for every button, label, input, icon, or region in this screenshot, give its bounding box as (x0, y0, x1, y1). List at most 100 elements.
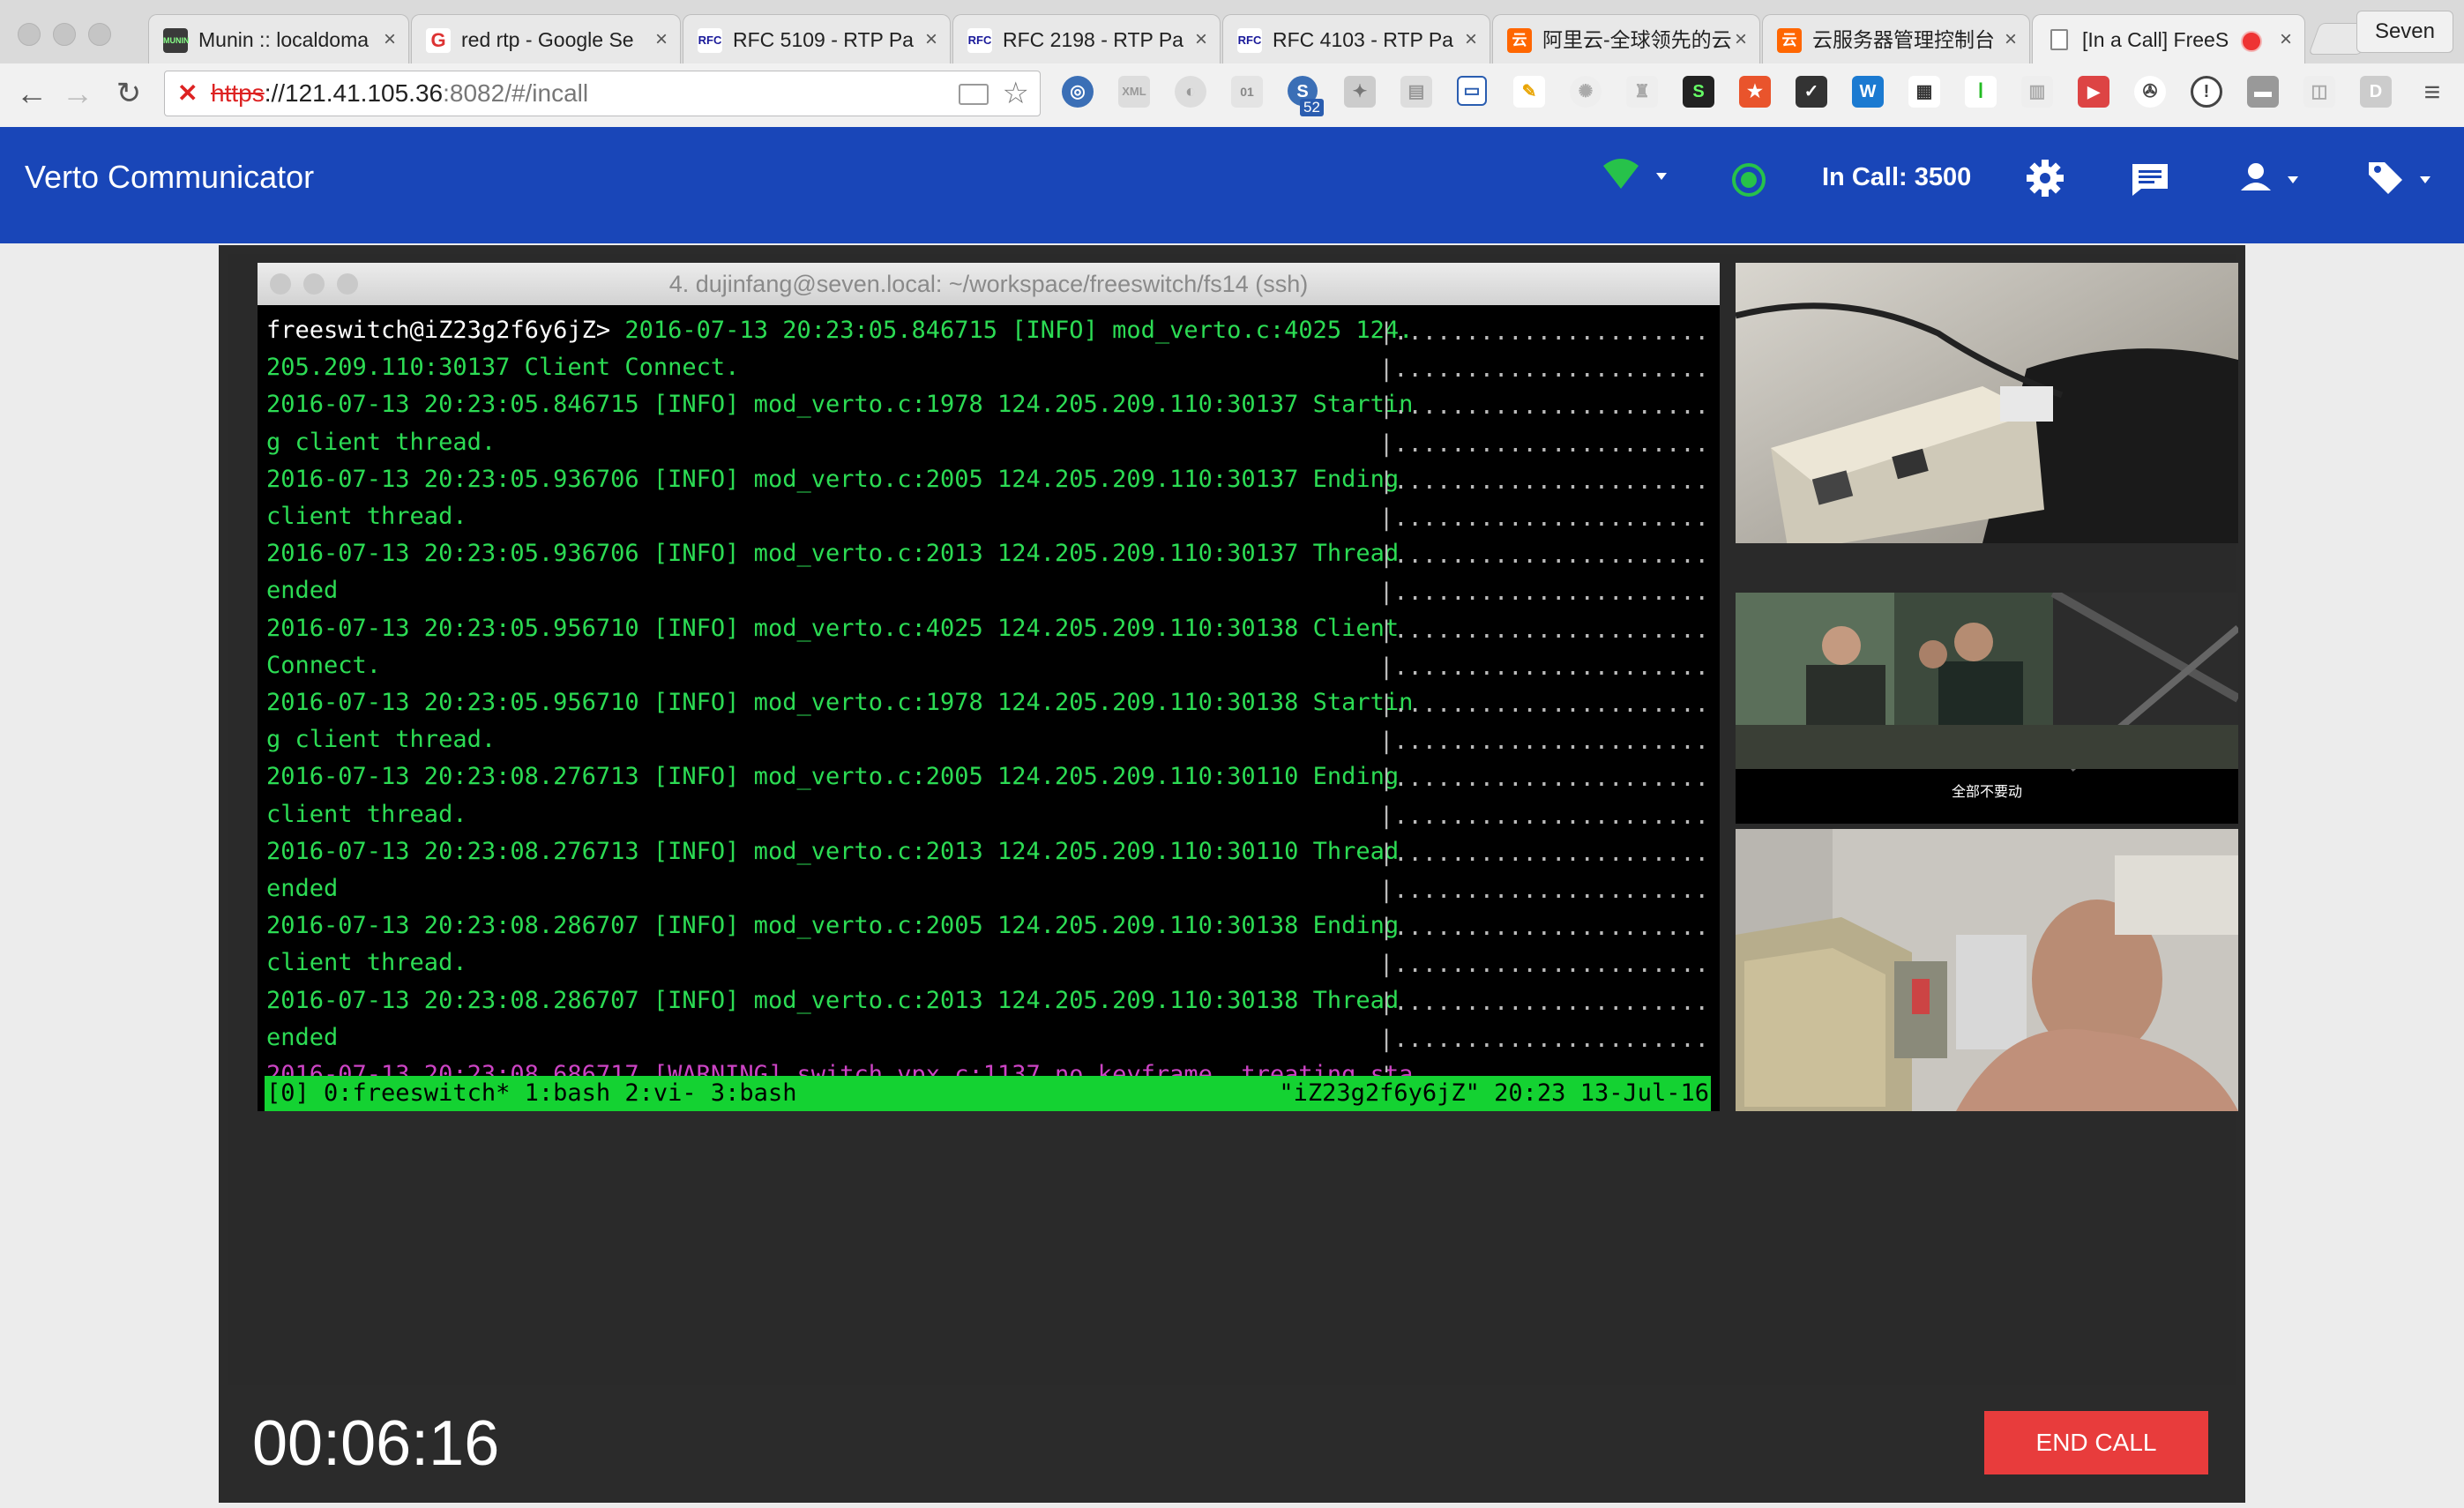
terminal-log-text: 2016-07-13 20:23:08.286707 [INFO] mod_ve… (266, 986, 1400, 1014)
close-tab-icon[interactable]: × (925, 15, 937, 63)
terminal-line: ended (266, 872, 338, 906)
terminal-close-button (270, 273, 291, 295)
minimize-window-button[interactable] (53, 23, 76, 46)
camera-icon[interactable] (959, 84, 989, 105)
terminal-line: 2016-07-13 20:23:05.936706 [INFO] mod_ve… (266, 463, 1399, 496)
terminal-line: ended (266, 1021, 338, 1055)
tmux-status-bar: [0] 0:freeswitch* 1:bash 2:vi- 3:bash "i… (265, 1076, 1711, 1111)
xml-icon[interactable]: XML (1118, 76, 1150, 108)
close-window-button[interactable] (18, 23, 41, 46)
qr-code-icon[interactable]: ▦ (1908, 76, 1940, 108)
terminal-log-text: 2016-07-13 20:23:05.956710 [INFO] mod_ve… (266, 689, 1414, 716)
extension-icon[interactable]: ▥ (2021, 76, 2053, 108)
terminal-log-text: 2016-07-13 20:23:08.276713 [INFO] mod_ve… (266, 763, 1400, 791)
back-arrow-icon[interactable]: ← (12, 74, 51, 113)
terminal-log-text: ended (266, 875, 339, 902)
menu-icon[interactable]: ≡ (2416, 76, 2448, 108)
browser-chrome: MUNIN Munin :: localdoma × G red rtp - G… (0, 0, 2464, 128)
google-icon: G (426, 28, 451, 53)
close-tab-icon[interactable]: × (1195, 15, 1207, 63)
globe-icon[interactable]: ◎ (1062, 76, 1094, 108)
tab-label: RFC 4103 - RTP Pa (1273, 28, 1453, 51)
url-text: https://121.41.105.36:8082/#/incall (211, 71, 588, 116)
close-tab-icon[interactable]: × (384, 15, 396, 63)
browser-tab[interactable]: 云 阿里云-全球领先的云 × (1492, 14, 1760, 63)
close-tab-icon[interactable]: × (655, 15, 668, 63)
tab-label: [In a Call] FreeS (2082, 28, 2229, 51)
address-bar[interactable]: ✕ https://121.41.105.36:8082/#/incall ☆ (164, 71, 1041, 116)
media-icon[interactable]: ▶ (2078, 76, 2109, 108)
participant-video-2: 全部不要动 (1736, 593, 2238, 824)
close-tab-icon[interactable]: × (2280, 15, 2292, 63)
pocket-icon[interactable]: ✓ (1796, 76, 1827, 108)
close-tab-icon[interactable]: × (2005, 15, 2017, 63)
terminal-log-text: 2016-07-13 20:23:05.936706 [INFO] mod_ve… (266, 540, 1400, 568)
terminal-line: 2016-07-13 20:23:05.846715 [INFO] mod_ve… (266, 388, 1413, 422)
d-extension-icon[interactable]: D (2360, 76, 2392, 108)
puzzle-icon[interactable]: ✦ (1344, 76, 1376, 108)
end-call-button[interactable]: END CALL (1984, 1411, 2208, 1474)
extension-icon[interactable]: ◐ (1175, 76, 1206, 108)
browser-tab[interactable]: RFC RFC 5109 - RTP Pa × (683, 14, 951, 63)
settings-gear-icon[interactable] (2023, 153, 2071, 201)
terminal-log-text: 2016-07-13 20:23:05.846715 [INFO] mod_ve… (624, 317, 1414, 344)
pencil-icon[interactable]: ✎ (1513, 76, 1545, 108)
in-call-status: In Call: 3500 (1822, 163, 1972, 191)
terminal-log-text: 2016-07-13 20:23:05.936706 [INFO] mod_ve… (266, 465, 1400, 493)
terminal-line: 2016-07-13 20:23:08.276713 [INFO] mod_ve… (266, 835, 1399, 869)
forward-arrow-icon[interactable]: → (58, 74, 97, 113)
extension-icon[interactable]: ♜ (1626, 76, 1658, 108)
w-extension-icon[interactable]: W (1852, 76, 1884, 108)
tab-label: red rtp - Google Se (461, 28, 634, 51)
leaf-icon[interactable]: ǀ (1965, 76, 1997, 108)
reload-icon[interactable]: ↻ (109, 74, 148, 113)
bookmark-star-icon[interactable]: ☆ (1003, 77, 1029, 110)
browser-tab[interactable]: RFC RFC 2198 - RTP Pa × (952, 14, 1221, 63)
star-extension-icon[interactable]: ★ (1739, 76, 1771, 108)
browser-tab[interactable]: MUNIN Munin :: localdoma × (148, 14, 409, 63)
close-tab-icon[interactable]: × (1735, 15, 1747, 63)
zoom-window-button[interactable] (88, 23, 111, 46)
terminal-line: freeswitch@iZ23g2f6y6jZ> 2016-07-13 20:2… (266, 314, 1413, 347)
terminal-line: 205.209.110:30137 Client Connect. (266, 351, 739, 384)
video-canvas: 4. dujinfang@seven.local: ~/workspace/fr… (228, 254, 2238, 1385)
terminal-line: 2016-07-13 20:23:08.286707 [INFO] mod_ve… (266, 984, 1399, 1018)
browser-tab-active[interactable]: [In a Call] FreeS × (2032, 14, 2305, 63)
binary-icon[interactable]: 01 (1231, 76, 1263, 108)
terminal-line: 2016-07-13 20:23:08.276713 [INFO] mod_ve… (266, 760, 1399, 794)
browser-tab[interactable]: RFC RFC 4103 - RTP Pa × (1222, 14, 1490, 63)
terminal-line: 2016-07-13 20:23:05.956710 [INFO] mod_ve… (266, 686, 1413, 720)
tag-menu[interactable] (2365, 153, 2439, 201)
extension-icon[interactable]: ▬ (2247, 76, 2279, 108)
gear-extension-icon[interactable]: ✺ (1570, 76, 1602, 108)
close-tab-icon[interactable]: × (1465, 15, 1477, 63)
screenshot-icon[interactable]: ▭ (1457, 76, 1487, 106)
terminal-log-text: 2016-07-13 20:23:05.956710 [INFO] mod_ve… (266, 614, 1400, 642)
s-extension-icon[interactable]: S (1683, 76, 1714, 108)
recording-icon (2241, 31, 2262, 52)
extension-icon[interactable]: ▤ (1400, 76, 1432, 108)
film-icon[interactable]: ✇ (2134, 76, 2166, 108)
terminal-log-text: ended (266, 577, 339, 605)
profile-button[interactable]: Seven (2356, 11, 2453, 53)
wifi-icon (1603, 159, 1667, 189)
participant-video-1 (1736, 263, 2238, 543)
terminal-line: 2016-07-13 20:23:05.956710 [INFO] mod_ve… (266, 612, 1399, 646)
browser-tab[interactable]: G red rtp - Google Se × (411, 14, 681, 63)
terminal-zoom-button (337, 273, 358, 295)
terminal-line: client thread. (266, 798, 467, 832)
terminal-line: 2016-07-13 20:23:08.286707 [INFO] mod_ve… (266, 909, 1399, 943)
aliyun-icon: 云 (1777, 28, 1802, 53)
browser-tab[interactable]: 云 云服务器管理控制台 × (1762, 14, 2030, 63)
chat-icon[interactable] (2127, 153, 2175, 201)
network-status-menu[interactable] (1600, 153, 1670, 201)
info-icon[interactable]: ! (2191, 76, 2222, 108)
terminal-line: client thread. (266, 500, 467, 534)
terminal-line: client thread. (266, 946, 467, 980)
screen-share-terminal: 4. dujinfang@seven.local: ~/workspace/fr… (258, 263, 1720, 1111)
terminal-line: 2016-07-13 20:23:05.936706 [INFO] mod_ve… (266, 537, 1399, 571)
connection-status-icon[interactable] (1725, 153, 1773, 201)
extension-icon[interactable]: ◫ (2303, 76, 2335, 108)
terminal-log-text: g client thread. (266, 726, 497, 754)
user-menu[interactable] (2238, 153, 2309, 201)
